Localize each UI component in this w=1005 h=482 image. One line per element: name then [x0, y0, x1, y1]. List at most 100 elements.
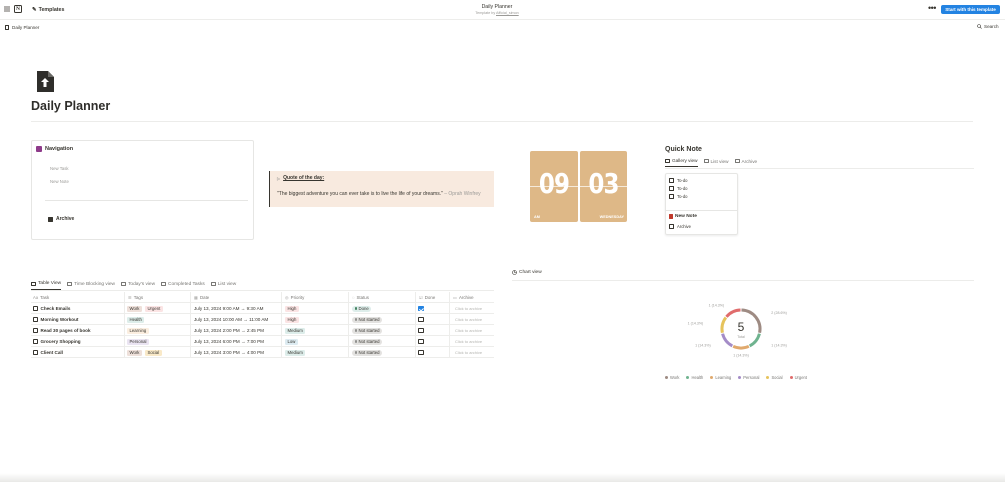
donut-slice-personal[interactable] — [721, 333, 734, 348]
legend-item[interactable]: Learning — [710, 375, 731, 380]
legend-item[interactable]: Personal — [738, 375, 759, 380]
column-header-done[interactable]: ☑ Done — [419, 293, 435, 301]
done-checkbox[interactable] — [418, 305, 424, 312]
priority-chip: Low — [285, 338, 298, 345]
donut-slice-label: 1 (14.3%) — [695, 344, 711, 348]
breadcrumb-label: Daily Planner — [12, 25, 40, 30]
chart-icon — [512, 270, 517, 275]
todo-item[interactable]: To-do — [669, 194, 687, 199]
templates-label: Templates — [38, 6, 65, 13]
quote-text: "The biggest adventure you can ever take… — [277, 191, 443, 197]
todo-checkbox[interactable] — [669, 178, 674, 183]
column-label: Archive — [458, 294, 474, 300]
tab-completed-tasks[interactable]: Completed Tasks — [161, 281, 205, 290]
menu-icon[interactable] — [4, 6, 10, 12]
column-header-date[interactable]: ▦ Date — [194, 293, 209, 301]
archive-checkbox[interactable] — [669, 224, 674, 229]
column-label: Done — [424, 294, 436, 300]
checkbox-icon: ☑ — [419, 294, 423, 300]
todo-checkbox[interactable] — [669, 186, 674, 191]
status-dot-icon — [354, 318, 357, 321]
status-label: Done — [358, 305, 369, 311]
tags-donut-chart: 2 (28.6%) 1 (14.3%) 1 (14.3%) 1 (14.3%) 1 (1… — [688, 303, 787, 357]
clock-ampm: AM — [534, 215, 540, 219]
tag-chip: Urgent — [144, 305, 163, 312]
search-label: Search — [984, 24, 999, 29]
tab-label: List view — [217, 281, 237, 287]
window-bottom-edge — [0, 473, 1005, 482]
priority-chip: Medium — [285, 327, 306, 334]
column-label: Status — [356, 294, 369, 300]
quote-toggle[interactable]: ▷ Quote of the day: — [277, 175, 324, 181]
done-checkbox[interactable] — [418, 316, 424, 323]
more-options-icon[interactable]: ••• — [928, 4, 936, 13]
chart-view-tab[interactable]: Chart view — [512, 270, 542, 275]
template-author-link[interactable]: Afficial_simon — [496, 11, 519, 15]
tag-chip: Health — [127, 316, 145, 323]
page-icon — [33, 339, 38, 344]
tab-list-view[interactable]: List view — [703, 158, 729, 167]
navigation-title: Navigation — [45, 146, 74, 152]
column-header-task[interactable]: Aa Task — [33, 293, 49, 301]
column-header-archive[interactable]: ▭ Archive — [453, 293, 474, 301]
page-planner-icon[interactable] — [36, 71, 54, 92]
status-badge: Not started — [352, 338, 383, 345]
clock-hour-card: 09 AM — [530, 151, 578, 222]
column-header-tags[interactable]: ☰ Tags — [128, 293, 143, 301]
archive-checkbox-row[interactable]: Archive — [669, 224, 691, 229]
templates-link[interactable]: ✎ Templates — [32, 5, 64, 14]
donut-slice-learning[interactable] — [732, 344, 750, 350]
tab-time-blocking-view[interactable]: Time Blocking view — [67, 281, 115, 290]
tab-todays-view[interactable]: Today's view — [121, 281, 155, 290]
legend-label: Work — [670, 375, 680, 380]
nav-new-task-button[interactable]: New Task — [50, 166, 69, 171]
tab-list-view[interactable]: List view — [210, 281, 237, 290]
priority-chip: Medium — [285, 349, 306, 356]
nav-new-note-button[interactable]: New Note — [50, 179, 69, 184]
legend-item[interactable]: Social — [766, 375, 783, 380]
page-icon — [33, 328, 38, 333]
tab-archive[interactable]: Archive — [734, 158, 757, 167]
legend-dot-icon — [738, 376, 742, 379]
legend-label: Health — [691, 375, 704, 380]
donut-slice-label: 1 (14.3%) — [709, 303, 725, 307]
legend-item[interactable]: Health — [686, 375, 703, 380]
start-with-template-button[interactable]: Start with this template — [941, 5, 1000, 14]
new-note-title[interactable]: New Note — [669, 214, 697, 219]
done-checkbox[interactable] — [418, 349, 424, 356]
legend-item[interactable]: Work — [665, 375, 679, 380]
status-dot-icon — [354, 329, 357, 332]
search-button[interactable]: Search — [977, 24, 999, 29]
todo-item[interactable]: To-do — [669, 178, 687, 183]
donut-slice-health[interactable] — [748, 333, 761, 348]
gallery-icon — [665, 158, 670, 163]
toggle-triangle-icon: ▷ — [277, 175, 281, 181]
top-bar — [0, 0, 1005, 20]
column-header-priority[interactable]: ◎ Priority — [285, 293, 304, 301]
breadcrumb[interactable]: Daily Planner — [5, 24, 39, 31]
tag-chip: Social — [144, 349, 162, 356]
legend-item[interactable]: Urgent — [789, 375, 807, 380]
done-checkbox[interactable] — [418, 327, 424, 334]
page-title: Daily Planner — [31, 99, 111, 113]
nav-archive-link[interactable]: Archive — [48, 216, 74, 222]
legend-label: Social — [771, 375, 783, 380]
task-name: Morning Workout — [40, 317, 79, 322]
archive-label: Archive — [677, 224, 691, 229]
notion-logo-icon[interactable]: N — [14, 5, 22, 13]
status-badge: Not started — [352, 316, 383, 323]
todo-checkbox[interactable] — [669, 194, 674, 199]
todo-item[interactable]: To-do — [669, 186, 687, 191]
table-icon — [734, 159, 740, 163]
task-name: Check Emails — [40, 306, 71, 311]
done-checkbox[interactable] — [418, 338, 424, 345]
template-title: Daily Planner — [481, 4, 513, 10]
divider — [45, 200, 248, 201]
donut-slice-urgent[interactable] — [725, 308, 741, 318]
legend-dot-icon — [766, 376, 770, 379]
column-header-status[interactable]: ◌ Status — [352, 293, 369, 301]
donut-slice-social[interactable] — [720, 316, 728, 334]
quote-body: "The biggest adventure you can ever take… — [277, 190, 489, 198]
tab-table-view[interactable]: Table View — [31, 281, 62, 290]
tab-gallery-view[interactable]: Gallery view — [665, 158, 698, 167]
